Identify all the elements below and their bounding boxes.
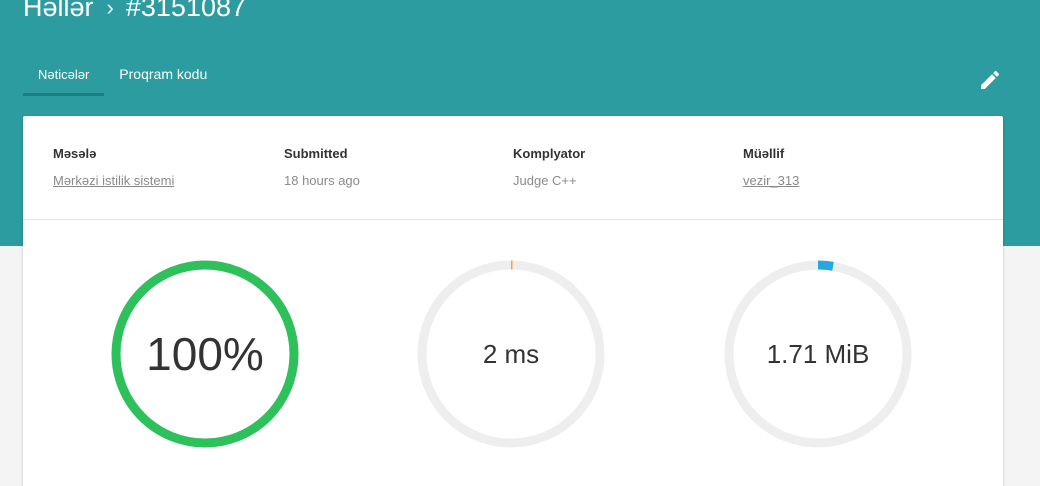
submitted-detail: Submitted 18 hours ago bbox=[284, 146, 360, 188]
score-value: 100% bbox=[146, 328, 264, 380]
author-detail: Müəllif vezir_313 bbox=[743, 146, 799, 188]
score-gauge: 100% bbox=[107, 256, 303, 452]
submitted-label: Submitted bbox=[284, 146, 348, 161]
memory-value: 1.71 MiB bbox=[766, 338, 870, 369]
submitted-value: 18 hours ago bbox=[284, 173, 360, 188]
problem-link[interactable]: Mərkəzi istilik sistemi bbox=[53, 173, 174, 188]
author-link[interactable]: vezir_313 bbox=[743, 173, 799, 188]
compiler-detail: Komplyator Judge C++ bbox=[513, 146, 585, 188]
breadcrumb: Həllər › #3151087 bbox=[23, 0, 246, 23]
result-gauges: 100% 2 ms 1.71 MiB bbox=[23, 220, 1003, 480]
submission-id: #3151087 bbox=[125, 0, 246, 22]
tab-results[interactable]: Nəticələr bbox=[23, 56, 105, 96]
tab-bar: Nəticələr Proqram kodu bbox=[23, 56, 222, 96]
tab-source-code[interactable]: Proqram kodu bbox=[104, 56, 222, 96]
problem-detail: Məsələ Mərkəzi istilik sistemi bbox=[53, 146, 174, 188]
compiler-label: Komplyator bbox=[513, 146, 586, 161]
time-value: 2 ms bbox=[482, 338, 540, 369]
breadcrumb-root[interactable]: Həllər bbox=[23, 0, 94, 23]
memory-gauge: 1.71 MiB bbox=[720, 256, 916, 452]
edit-button[interactable] bbox=[978, 68, 1002, 92]
author-label: Müəllif bbox=[743, 146, 785, 161]
time-gauge: 2 ms bbox=[413, 256, 609, 452]
chevron-right-icon: › bbox=[106, 0, 114, 20]
compiler-value: Judge C++ bbox=[513, 173, 577, 188]
submission-card: Məsələ Mərkəzi istilik sistemi Submitted… bbox=[23, 116, 1003, 486]
problem-label: Məsələ bbox=[53, 146, 97, 161]
pencil-icon bbox=[981, 70, 1000, 89]
submission-details: Məsələ Mərkəzi istilik sistemi Submitted… bbox=[23, 116, 1003, 220]
